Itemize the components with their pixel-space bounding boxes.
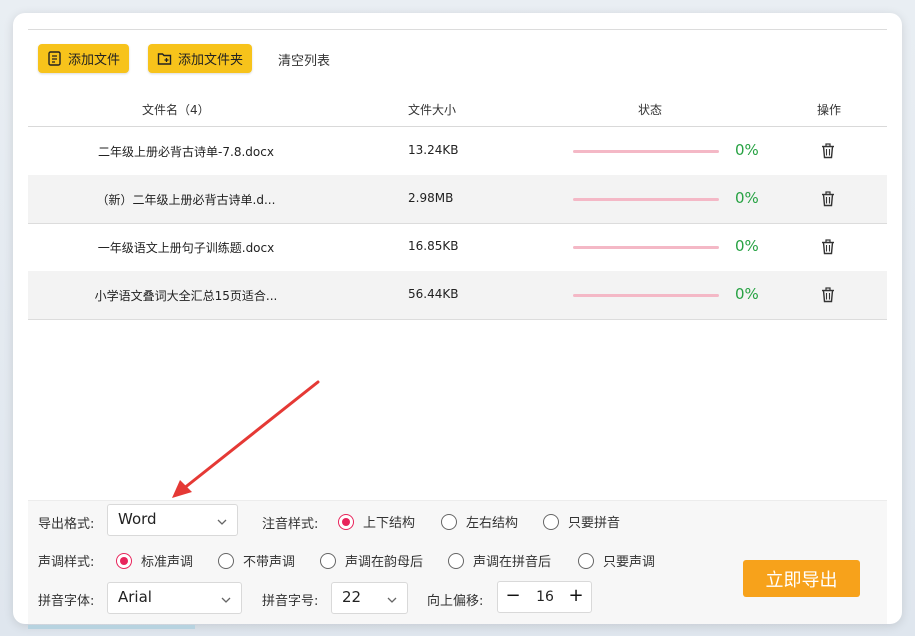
progress-bar: [573, 150, 719, 153]
app-window: 添加文件 添加文件夹 清空列表 文件名（4） 文件大小 状态 操作 二年级上册必…: [13, 13, 902, 624]
radio-label: 声调在拼音后: [473, 555, 552, 570]
radio-annotation-pinyin-only[interactable]: 只要拼音: [543, 512, 620, 531]
tone-style-label: 声调样式:: [38, 555, 95, 570]
radio-dot: [543, 513, 559, 530]
pinyin-size-select[interactable]: 22: [331, 582, 408, 614]
file-size: 16.85KB: [408, 239, 459, 253]
file-name: 一年级语文上册句子训练题.docx: [97, 241, 275, 255]
export-format-select[interactable]: Word: [107, 504, 238, 536]
plus-icon[interactable]: +: [566, 585, 586, 606]
radio-dot: [218, 552, 234, 569]
clear-list-button[interactable]: 清空列表: [278, 50, 330, 69]
progress-percent: 0%: [735, 189, 759, 207]
progress-bar: [573, 294, 719, 297]
radio-tone-after-pinyin[interactable]: 声调在拼音后: [448, 551, 551, 570]
header-filename: 文件名（4）: [142, 103, 210, 117]
progress-percent: 0%: [735, 141, 759, 159]
pinyin-font-value: Arial: [118, 588, 152, 606]
table-row[interactable]: 一年级语文上册句子训练题.docx 16.85KB 0%: [28, 223, 887, 272]
progress-bar: [573, 198, 719, 201]
progress-bar: [573, 246, 719, 249]
add-file-label: 添加文件: [68, 53, 121, 68]
radio-dot: [116, 552, 132, 569]
offset-value: 16: [536, 589, 554, 605]
file-size: 56.44KB: [408, 287, 459, 301]
radio-label: 声调在韵母后: [345, 555, 424, 570]
minus-icon[interactable]: −: [503, 585, 523, 606]
export-format-label: 导出格式:: [38, 517, 95, 532]
radio-dot: [448, 552, 464, 569]
radio-dot: [441, 513, 457, 530]
file-name: （新）二年级上册必背古诗单.d...: [96, 193, 276, 207]
chevron-down-icon: [221, 591, 231, 603]
top-divider: [28, 29, 887, 30]
annotation-style-label: 注音样式:: [262, 517, 319, 532]
folder-add-icon: [157, 51, 172, 66]
progress-percent: 0%: [735, 285, 759, 303]
offset-stepper[interactable]: − 16 +: [497, 581, 592, 613]
radio-annotation-top-bottom[interactable]: 上下结构: [338, 512, 415, 531]
chevron-down-icon: [217, 513, 227, 525]
export-now-label: 立即导出: [765, 569, 838, 591]
radio-tone-standard[interactable]: 标准声调: [116, 551, 193, 570]
delete-icon[interactable]: [821, 143, 835, 159]
radio-label: 上下结构: [363, 516, 416, 531]
delete-icon[interactable]: [821, 287, 835, 303]
add-file-button[interactable]: 添加文件: [38, 44, 130, 73]
radio-tone-only[interactable]: 只要声调: [578, 551, 655, 570]
delete-icon[interactable]: [821, 239, 835, 255]
file-name: 小学语文叠词大全汇总15页适合...: [94, 289, 278, 303]
radio-annotation-left-right[interactable]: 左右结构: [441, 512, 518, 531]
header-filesize: 文件大小: [408, 103, 457, 117]
header-action: 操作: [817, 103, 842, 117]
radio-tone-none[interactable]: 不带声调: [218, 551, 295, 570]
radio-dot: [578, 552, 594, 569]
table-row[interactable]: （新）二年级上册必背古诗单.d... 2.98MB 0%: [28, 175, 887, 224]
radio-label: 只要声调: [603, 555, 656, 570]
add-folder-label: 添加文件夹: [178, 53, 244, 68]
export-format-value: Word: [118, 510, 157, 528]
file-size: 13.24KB: [408, 143, 459, 157]
scroll-indicator: [28, 625, 195, 629]
add-folder-button[interactable]: 添加文件夹: [148, 44, 253, 73]
radio-label: 左右结构: [466, 516, 519, 531]
file-add-icon: [47, 51, 62, 66]
header-status: 状态: [638, 103, 663, 117]
file-name: 二年级上册必背古诗单-7.8.docx: [98, 145, 274, 159]
pinyin-font-label: 拼音字体:: [38, 594, 95, 609]
radio-label: 标准声调: [141, 555, 194, 570]
offset-label: 向上偏移:: [427, 594, 484, 609]
export-now-button[interactable]: 立即导出: [743, 560, 860, 597]
radio-tone-after-final[interactable]: 声调在韵母后: [320, 551, 423, 570]
radio-label: 只要拼音: [568, 516, 621, 531]
delete-icon[interactable]: [821, 191, 835, 207]
chevron-down-icon: [387, 591, 397, 603]
file-size: 2.98MB: [408, 191, 454, 205]
pinyin-font-select[interactable]: Arial: [107, 582, 242, 614]
table-row[interactable]: 小学语文叠词大全汇总15页适合... 56.44KB 0%: [28, 271, 887, 320]
progress-percent: 0%: [735, 237, 759, 255]
pinyin-size-value: 22: [342, 588, 362, 606]
table-row[interactable]: 二年级上册必背古诗单-7.8.docx 13.24KB 0%: [28, 127, 887, 176]
table-header: 文件名（4） 文件大小 状态 操作: [28, 92, 887, 127]
radio-dot: [338, 513, 354, 530]
radio-label: 不带声调: [243, 555, 296, 570]
radio-dot: [320, 552, 336, 569]
pinyin-size-label: 拼音字号:: [262, 594, 319, 609]
